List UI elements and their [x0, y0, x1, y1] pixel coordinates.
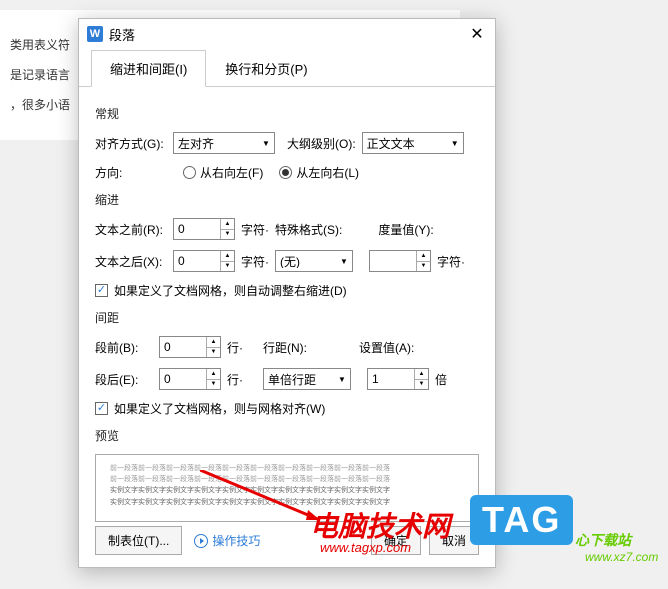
radio-ltr[interactable]: 从左向右(L) [279, 164, 359, 181]
titlebar: W 段落 ✕ [79, 19, 495, 49]
space-before-value[interactable] [160, 337, 206, 357]
spin-up-icon[interactable]: ▲ [221, 251, 234, 262]
unit-label: 倍 [435, 371, 447, 388]
preview-line: 实例文字实例文字实例文字实例文字实例文字实例文字实例文字实例文字实例文字实例文字 [110, 485, 464, 496]
setvalue-spinner[interactable]: ▲▼ [367, 368, 429, 390]
indent-before-value[interactable] [174, 219, 220, 239]
setvalue-label: 设置值(A): [359, 339, 414, 356]
watermark-text-2: 心下载站 [575, 530, 631, 550]
spin-down-icon[interactable]: ▼ [207, 348, 220, 358]
space-after-spinner[interactable]: ▲▼ [159, 368, 221, 390]
unit-label: 字符· [241, 221, 269, 238]
spin-up-icon[interactable]: ▲ [417, 251, 430, 262]
align-label: 对齐方式(G): [95, 135, 167, 152]
unit-label: 字符· [241, 253, 269, 270]
checkbox-icon: ✓ [95, 402, 108, 415]
paragraph-dialog: W 段落 ✕ 缩进和间距(I) 换行和分页(P) 常规 对齐方式(G): ▼ 大… [78, 18, 496, 568]
checkbox-icon: ✓ [95, 284, 108, 297]
dialog-content: 常规 对齐方式(G): ▼ 大纲级别(O): ▼ 方向: 从右向左(F) [79, 87, 495, 532]
close-button[interactable]: ✕ [467, 24, 487, 44]
preview-line: 实例文字实例文字实例文字实例文字实例文字实例文字实例文字实例文字实例文字实例文字 [110, 497, 464, 508]
tab-indent-spacing[interactable]: 缩进和间距(I) [91, 50, 206, 87]
spin-up-icon[interactable]: ▲ [221, 219, 234, 230]
measure-spinner[interactable]: ▲▼ [369, 250, 431, 272]
radio-icon [183, 166, 196, 179]
spin-down-icon[interactable]: ▼ [415, 380, 428, 390]
snap-grid-label: 如果定义了文档网格，则与网格对齐(W) [114, 400, 325, 417]
tab-line-page-breaks[interactable]: 换行和分页(P) [206, 50, 326, 87]
line-spacing-value[interactable] [264, 372, 334, 386]
auto-adjust-checkbox[interactable]: ✓ 如果定义了文档网格，则自动调整右缩进(D) [95, 282, 347, 299]
space-after-label: 段后(E): [95, 371, 153, 388]
section-spacing: 间距 [95, 309, 479, 326]
measure-value[interactable] [370, 251, 416, 271]
spin-up-icon[interactable]: ▲ [207, 337, 220, 348]
spin-down-icon[interactable]: ▼ [417, 262, 430, 272]
tips-label: 操作技巧 [212, 532, 260, 549]
unit-label: 字符· [437, 253, 465, 270]
indent-before-spinner[interactable]: ▲▼ [173, 218, 235, 240]
radio-icon [279, 166, 292, 179]
ok-button[interactable]: 确定 [371, 526, 421, 555]
preview-line: 前一段落前一段落前一段落前一段落前一段落前一段落前一段落前一段落前一段落前一段落 [110, 474, 464, 485]
radio-rtl[interactable]: 从右向左(F) [183, 164, 263, 181]
dropdown-arrow-icon[interactable]: ▼ [334, 375, 350, 384]
line-spacing-label: 行距(N): [263, 339, 307, 356]
special-label: 特殊格式(S): [275, 221, 342, 238]
spin-down-icon[interactable]: ▼ [221, 262, 234, 272]
spin-up-icon[interactable]: ▲ [415, 369, 428, 380]
indent-after-label: 文本之后(X): [95, 253, 167, 270]
measure-label: 度量值(Y): [378, 221, 433, 238]
preview-line: 前一段落前一段落前一段落前一段落前一段落前一段落前一段落前一段落前一段落前一段落 [110, 463, 464, 474]
radio-ltr-label: 从左向右(L) [296, 164, 359, 181]
snap-grid-checkbox[interactable]: ✓ 如果定义了文档网格，则与网格对齐(W) [95, 400, 325, 417]
indent-after-spinner[interactable]: ▲▼ [173, 250, 235, 272]
dropdown-arrow-icon[interactable]: ▼ [447, 139, 463, 148]
unit-label: 行· [227, 371, 243, 388]
line-spacing-combo[interactable]: ▼ [263, 368, 351, 390]
indent-before-label: 文本之前(R): [95, 221, 167, 238]
section-general: 常规 [95, 105, 479, 122]
section-preview: 预览 [95, 427, 479, 444]
outline-combo[interactable]: ▼ [362, 132, 464, 154]
indent-after-value[interactable] [174, 251, 220, 271]
tabstop-button[interactable]: 制表位(T)... [95, 526, 182, 555]
dialog-footer: 制表位(T)... 操作技巧 确定 取消 [95, 526, 479, 555]
spin-up-icon[interactable]: ▲ [207, 369, 220, 380]
spin-down-icon[interactable]: ▼ [221, 230, 234, 240]
auto-adjust-label: 如果定义了文档网格，则自动调整右缩进(D) [114, 282, 347, 299]
space-before-spinner[interactable]: ▲▼ [159, 336, 221, 358]
radio-rtl-label: 从右向左(F) [200, 164, 263, 181]
spin-down-icon[interactable]: ▼ [207, 380, 220, 390]
unit-label: 行· [227, 339, 243, 356]
special-value[interactable] [276, 254, 336, 268]
setvalue-value[interactable] [368, 369, 414, 389]
space-before-label: 段前(B): [95, 339, 153, 356]
tab-bar: 缩进和间距(I) 换行和分页(P) [79, 49, 495, 87]
tips-link[interactable]: 操作技巧 [194, 532, 260, 549]
play-icon [194, 534, 208, 548]
special-combo[interactable]: ▼ [275, 250, 353, 272]
cancel-button[interactable]: 取消 [429, 526, 479, 555]
outline-label: 大纲级别(O): [287, 135, 356, 152]
dropdown-arrow-icon[interactable]: ▼ [258, 139, 274, 148]
watermark-url-2: www.xz7.com [585, 550, 658, 564]
preview-box: 前一段落前一段落前一段落前一段落前一段落前一段落前一段落前一段落前一段落前一段落… [95, 454, 479, 522]
app-icon: W [87, 26, 103, 42]
align-value[interactable] [174, 136, 258, 150]
space-after-value[interactable] [160, 369, 206, 389]
dialog-title: 段落 [109, 25, 135, 44]
outline-value[interactable] [363, 136, 447, 150]
direction-label: 方向: [95, 164, 167, 181]
align-combo[interactable]: ▼ [173, 132, 275, 154]
dropdown-arrow-icon[interactable]: ▼ [336, 257, 352, 266]
section-indent: 缩进 [95, 191, 479, 208]
